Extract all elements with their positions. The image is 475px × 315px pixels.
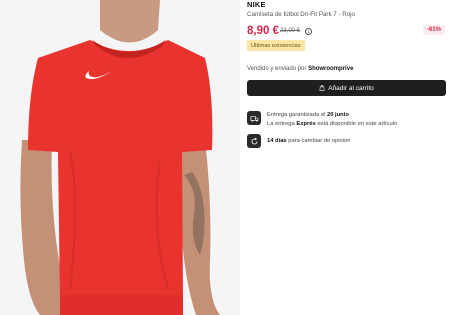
- delivery-line2-suffix: está disponible en este artículo: [317, 121, 398, 127]
- price-row: 8,90 € 23,00 € i -61%: [247, 25, 447, 39]
- product-page: NIKE Camiseta de fútbol Dri-Fit Park 7 -…: [0, 0, 475, 315]
- seller-line: Vendido y enviado por Showroomprive: [247, 66, 353, 72]
- delivery-line2-prefix: La entrega: [267, 121, 295, 127]
- returns-text: 14 días para cambiar de opinión: [267, 137, 351, 146]
- delivery-info: Entrega garantizada el 20 junio La entre…: [247, 111, 447, 129]
- old-price: 23,00 €: [280, 28, 301, 34]
- brand-name[interactable]: NIKE: [247, 0, 266, 9]
- delivery-line1-prefix: Entrega garantizada el: [267, 112, 326, 118]
- current-price: 8,90 €: [247, 25, 279, 37]
- shirt-photo: [0, 0, 240, 315]
- seller-name[interactable]: Showroomprive: [308, 66, 353, 72]
- delivery-date: 20 junio: [326, 112, 349, 118]
- delivery-text: Entrega garantizada el 20 junio La entre…: [267, 111, 397, 129]
- product-title: Camiseta de fútbol Dri-Fit Park 7 - Rojo: [247, 11, 355, 18]
- add-to-cart-button[interactable]: Añadir al carrito: [247, 80, 446, 96]
- returns-info: 14 días para cambiar de opinión: [247, 134, 447, 152]
- express-label: Exprés: [296, 121, 316, 127]
- add-to-cart-label: Añadir al carrito: [328, 84, 374, 92]
- delivery-truck-icon: [247, 111, 261, 125]
- product-image[interactable]: [0, 0, 240, 315]
- returns-days: 14 días: [267, 138, 287, 144]
- return-arrow-icon: [247, 134, 261, 148]
- discount-badge: -61%: [422, 25, 445, 35]
- stock-badge: Últimas existencias: [247, 40, 305, 51]
- product-info: NIKE Camiseta de fútbol Dri-Fit Park 7 -…: [247, 0, 447, 315]
- shopping-bag-icon: [319, 85, 325, 91]
- returns-label: para cambiar de opinión: [288, 138, 351, 144]
- info-icon[interactable]: i: [305, 27, 312, 35]
- seller-prefix: Vendido y enviado por: [247, 66, 307, 72]
